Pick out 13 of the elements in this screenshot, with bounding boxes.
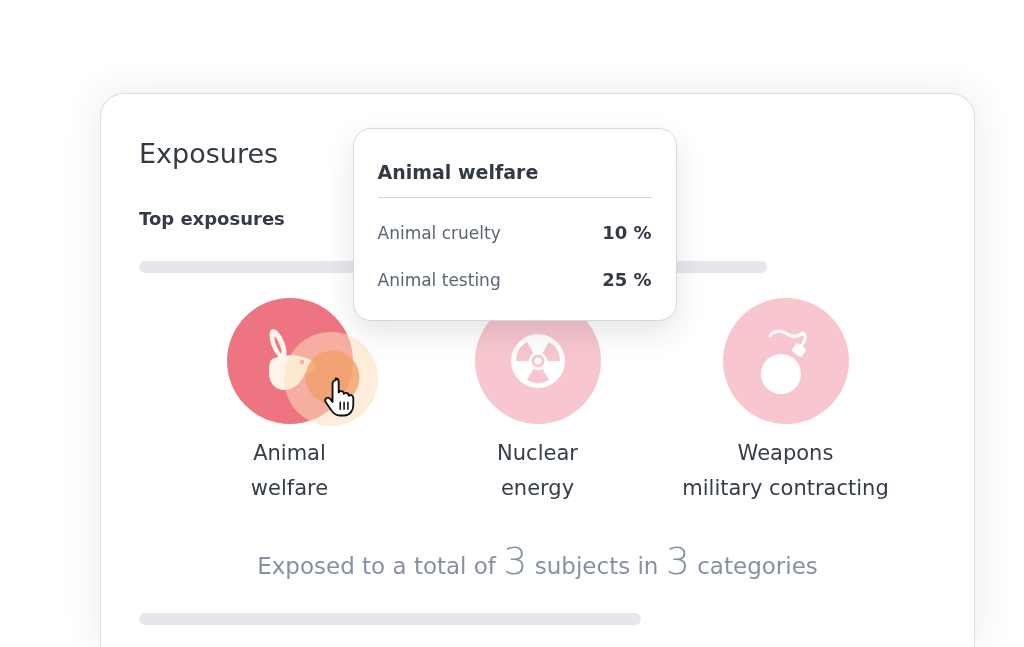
row-value: 25 % xyxy=(602,267,652,292)
bomb-icon[interactable] xyxy=(722,298,849,424)
summary-text: Exposed to a total of 3 subjects in 3 categories xyxy=(256,542,819,585)
category-label: Nuclear energy xyxy=(497,440,578,502)
card-title: Exposures xyxy=(139,137,280,171)
section-title: Top exposures xyxy=(139,207,286,231)
category-label: Animal welfare xyxy=(250,440,329,502)
tooltip-title: Animal welfare xyxy=(377,159,652,198)
click-ripple-icon xyxy=(283,332,378,426)
category-label: Weapons military contracting xyxy=(682,440,889,502)
row-value: 10 % xyxy=(602,220,652,245)
row-label: Animal cruelty xyxy=(377,221,501,245)
row-label: Animal testing xyxy=(377,268,501,292)
